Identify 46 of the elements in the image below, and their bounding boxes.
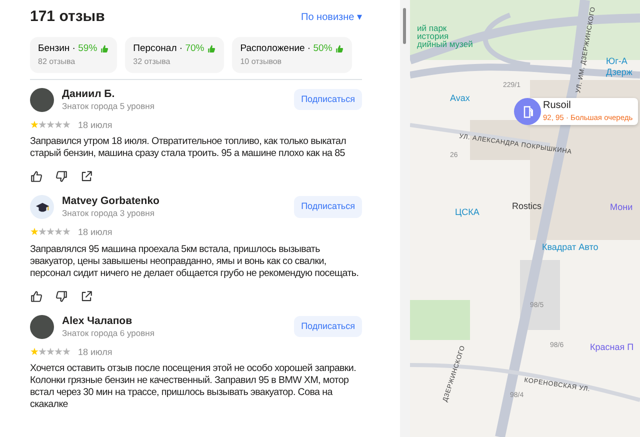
star-rating: ★★★★★ [30,346,70,358]
avatar-placeholder [30,88,54,112]
place-label: Rostics [512,201,542,212]
place-label: Дзерж [606,67,632,78]
place-label: Мони [610,202,633,213]
author-name[interactable]: Alex Чалапов [62,314,286,328]
aspect-chip[interactable]: Персонал · 70% 32 отзыва [125,36,224,72]
review-date: 18 июля [78,346,112,358]
share-icon[interactable] [80,170,93,183]
author-name[interactable]: Matvey Gorbatenko [62,195,286,208]
thumb-down-icon[interactable] [55,170,68,183]
scrollbar-thumb[interactable] [403,8,406,44]
author-name[interactable]: Даниил Б. [62,88,286,100]
author-level: Знаток города 6 уровня [62,328,156,338]
review-date: 18 июля [78,118,112,132]
review-date: 18 июля [78,226,112,239]
subscribe-button[interactable]: Подписаться [294,88,362,110]
park-label: ий парк [417,24,447,33]
subscribe-button[interactable]: Подписаться [294,196,362,218]
place-label: Avax [450,93,470,104]
share-icon[interactable] [80,290,93,302]
review-text: Заправился утром 18 июля. Отвратительное топливо, как только выкатал старый бензин, машина сразу стала троить. 95 а машине плохо как на 85 [30,136,348,160]
author-level: Знаток города 3 уровня [62,208,156,219]
thumb-up-icon [100,44,110,52]
place-label: Квадрат Авто [542,242,598,253]
thumb-up-icon[interactable] [30,170,43,183]
aspect-chip[interactable]: Бензин · 59% 82 отзыва [30,36,118,72]
park-label: дийный музей [417,40,473,49]
aspect-chip[interactable]: Расположение · 50% 10 отзывов [232,36,352,72]
avatar-placeholder [30,314,54,338]
thumb-up-icon [335,44,344,52]
subscribe-button[interactable]: Подписаться [294,316,362,338]
star-rating: ★★★★★ [30,120,70,131]
review-text: Хочется оставить отзыв после посещения этой не особо хорошей заправки. Колонки грязные бензин не качественный. Заправил 95 в BMW XM, мотор встал через 30 мин на трассе, пришлось вызывать эвакуатор. Сова на скакалке [30,363,358,411]
thumb-up-icon[interactable] [30,290,43,302]
thumb-down-icon[interactable] [55,290,68,302]
sort-link[interactable]: По новизне ▾ [301,10,362,25]
place-label: Юг-А [606,56,628,67]
thumb-up-icon [207,44,216,52]
star-rating: ★★★★★ [30,227,70,238]
author-level: Знаток города 5 уровня [62,100,156,112]
place-label: ЦСКА [455,207,480,218]
place-label: Красная П [590,342,634,353]
reviews-count-title: 171 отзыв [30,7,105,27]
review-text: Заправлялся 95 машина проехала 5км встала, пришлось вызывать эвакуатор, цены завышены неоправданно, ямы и вонь как со свалки, персонал сидит ничего не делает общается грубо не рекомендую посещать. [30,244,360,280]
park-label: история [417,32,449,41]
